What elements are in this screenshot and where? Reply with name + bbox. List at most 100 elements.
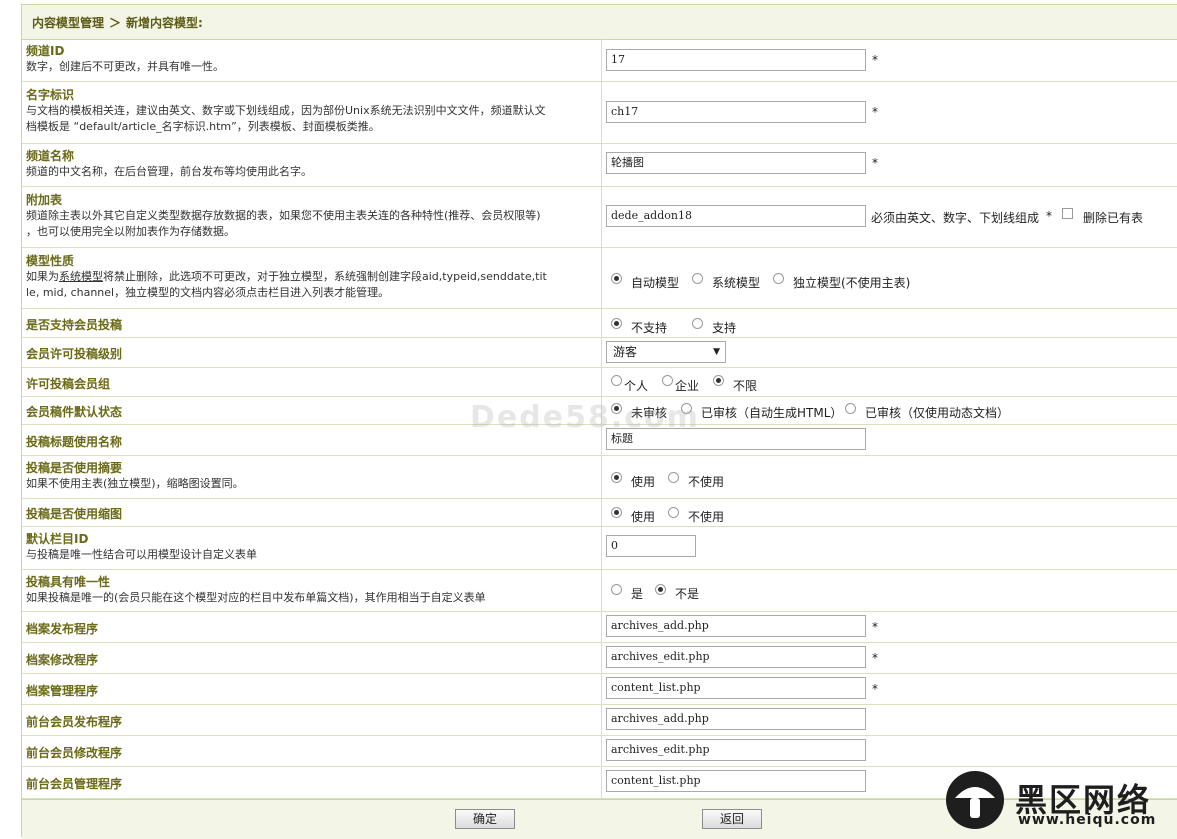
default-cat-label: 默认栏目ID xyxy=(26,532,89,546)
required-mark: * xyxy=(872,156,878,170)
delete-table-checkbox[interactable] xyxy=(1062,208,1073,219)
chevron-down-icon: ▼ xyxy=(713,347,720,357)
member-edit-prog-input[interactable]: archives_edit.php xyxy=(606,739,866,761)
addon-table-desc-2: ，也可以使用完全以附加表作为存储数据。 xyxy=(26,225,235,238)
group-personal-radio[interactable] xyxy=(611,375,622,386)
row-list-prog: 档案管理程序 content_list.php * xyxy=(22,674,1177,705)
watermark: Dede58.com xyxy=(470,400,700,435)
use-thumb-label: 投稿是否使用缩图 xyxy=(26,507,123,521)
row-member-group: 许可投稿会员组 个人 企业 不限 xyxy=(22,368,1177,397)
channel-id-input[interactable]: 17 xyxy=(606,49,866,71)
channel-name-desc: 频道的中文名称，在后台管理，前台发布等均使用此名字。 xyxy=(26,165,312,178)
use-summary-desc: 如果不使用主表(独立模型)，缩略图设置同。 xyxy=(26,477,244,490)
model-independent-radio[interactable] xyxy=(773,273,784,284)
unique-no-label: 不是 xyxy=(675,587,700,601)
breadcrumb-root[interactable]: 内容模型管理 xyxy=(32,16,104,30)
unique-yes-label: 是 xyxy=(631,587,644,601)
status-approved-dynamic-radio[interactable] xyxy=(845,403,856,414)
summary-no-radio[interactable] xyxy=(668,472,679,483)
add-prog-input[interactable]: archives_add.php xyxy=(606,615,866,637)
model-system-label: 系统模型 xyxy=(712,276,761,290)
group-personal-label: 个人 xyxy=(624,379,649,393)
model-type-desc-1: 如果为系统模型将禁止删除，此选项不可更改，对于独立模型，系统强制创建字段aid,… xyxy=(26,270,547,283)
breadcrumb-separator: ＞ xyxy=(109,16,122,30)
thumb-yes-label: 使用 xyxy=(631,510,656,524)
addon-table-label: 附加表 xyxy=(26,193,63,207)
logo-url: www.heiqu.com xyxy=(1018,812,1157,828)
group-unlimited-label: 不限 xyxy=(733,379,758,393)
use-summary-label: 投稿是否使用摘要 xyxy=(26,461,123,475)
channel-id-label: 频道ID xyxy=(26,44,65,58)
back-button[interactable]: 返回 xyxy=(702,809,762,829)
unique-yes-radio[interactable] xyxy=(611,584,622,595)
member-edit-prog-label: 前台会员修改程序 xyxy=(26,746,123,760)
row-add-prog: 档案发布程序 archives_add.php * xyxy=(22,612,1177,643)
row-channel-id: 频道ID 数字，创建后不可更改，并具有唯一性。 17 * xyxy=(22,39,1177,82)
default-cat-input[interactable]: 0 xyxy=(606,535,696,557)
thumb-no-radio[interactable] xyxy=(668,507,679,518)
member-level-select[interactable]: 游客 ▼ xyxy=(606,341,726,363)
edit-prog-label: 档案修改程序 xyxy=(26,653,99,667)
group-company-radio[interactable] xyxy=(662,375,673,386)
member-group-label: 许可投稿会员组 xyxy=(26,377,111,391)
model-type-label: 模型性质 xyxy=(26,254,75,268)
delete-table-label: 删除已有表 xyxy=(1083,211,1144,225)
default-status-label: 会员稿件默认状态 xyxy=(26,405,123,419)
required-mark: * xyxy=(1046,209,1052,223)
model-independent-label: 独立模型(不使用主表) xyxy=(793,276,911,290)
row-edit-prog: 档案修改程序 archives_edit.php * xyxy=(22,643,1177,674)
ok-button[interactable]: 确定 xyxy=(455,809,515,829)
summary-yes-label: 使用 xyxy=(631,475,656,489)
unique-no-radio[interactable] xyxy=(655,584,666,595)
submit-yes-label: 支持 xyxy=(712,321,737,335)
name-id-input[interactable]: ch17 xyxy=(606,101,866,123)
summary-no-label: 不使用 xyxy=(688,475,725,489)
group-company-label: 企业 xyxy=(675,379,700,393)
member-add-prog-input[interactable]: archives_add.php xyxy=(606,708,866,730)
summary-yes-radio[interactable] xyxy=(611,472,622,483)
status-approved-dynamic-label: 已审核（仅使用动态文档） xyxy=(865,406,1010,420)
thumb-yes-radio[interactable] xyxy=(611,507,622,518)
member-level-label: 会员许可投稿级别 xyxy=(26,347,123,361)
member-submit-label: 是否支持会员投稿 xyxy=(26,318,123,332)
name-id-desc-2: 档模板是 “default/article_名字标识.htm”，列表模板、封面模… xyxy=(26,120,380,133)
row-addon-table: 附加表 频道除主表以外其它自定义类型数据存放数据的表，如果您不使用主表关连的各种… xyxy=(22,187,1177,248)
channel-name-input[interactable]: 轮播图 xyxy=(606,152,866,174)
add-prog-label: 档案发布程序 xyxy=(26,622,99,636)
addon-table-desc-1: 频道除主表以外其它自定义类型数据存放数据的表，如果您不使用主表关连的各种特性(推… xyxy=(26,209,541,222)
edit-prog-input[interactable]: archives_edit.php xyxy=(606,646,866,668)
row-member-add-prog: 前台会员发布程序 archives_add.php xyxy=(22,705,1177,736)
breadcrumb-current: 新增内容模型: xyxy=(126,16,203,30)
group-unlimited-radio[interactable] xyxy=(713,375,724,386)
list-prog-input[interactable]: content_list.php xyxy=(606,677,866,699)
submit-no-radio[interactable] xyxy=(611,318,622,329)
submit-yes-radio[interactable] xyxy=(692,318,703,329)
row-use-thumb: 投稿是否使用缩图 使用 不使用 xyxy=(22,499,1177,527)
member-list-prog-label: 前台会员管理程序 xyxy=(26,777,123,791)
submit-no-label: 不支持 xyxy=(631,321,668,335)
model-auto-radio[interactable] xyxy=(611,273,622,284)
model-type-desc-2: le, mid, channel，独立模型的文档内容必须点击栏目进入列表才能管理… xyxy=(26,286,390,299)
addon-table-input[interactable]: dede_addon18 xyxy=(606,205,866,227)
unique-label: 投稿具有唯一性 xyxy=(26,575,111,589)
required-mark: * xyxy=(872,53,878,67)
system-model-link[interactable]: 系统模型 xyxy=(59,270,103,283)
model-auto-label: 自动模型 xyxy=(631,276,680,290)
required-mark: * xyxy=(872,105,878,119)
row-member-submit: 是否支持会员投稿 不支持 支持 xyxy=(22,309,1177,338)
addon-table-note: 必须由英文、数字、下划线组成 xyxy=(871,211,1040,225)
name-id-label: 名字标识 xyxy=(26,88,75,102)
row-channel-name: 频道名称 频道的中文名称，在后台管理，前台发布等均使用此名字。 轮播图 * xyxy=(22,144,1177,187)
mushroom-logo-icon xyxy=(946,771,1004,829)
list-prog-label: 档案管理程序 xyxy=(26,684,99,698)
title-name-label: 投稿标题使用名称 xyxy=(26,435,123,449)
row-name-id: 名字标识 与文档的模板相关连，建议由英文、数字或下划线组成，因为部份Unix系统… xyxy=(22,82,1177,144)
required-mark: * xyxy=(872,682,878,696)
status-approved-html-label: 已审核（自动生成HTML） xyxy=(701,406,843,420)
required-mark: * xyxy=(872,620,878,634)
unique-desc: 如果投稿是唯一的(会员只能在这个模型对应的栏目中发布单篇文档)，其作用相当于自定… xyxy=(26,591,486,604)
required-mark: * xyxy=(872,651,878,665)
member-list-prog-input[interactable]: content_list.php xyxy=(606,770,866,792)
default-cat-desc: 与投稿是唯一性结合可以用模型设计自定义表单 xyxy=(26,548,257,561)
model-system-radio[interactable] xyxy=(692,273,703,284)
